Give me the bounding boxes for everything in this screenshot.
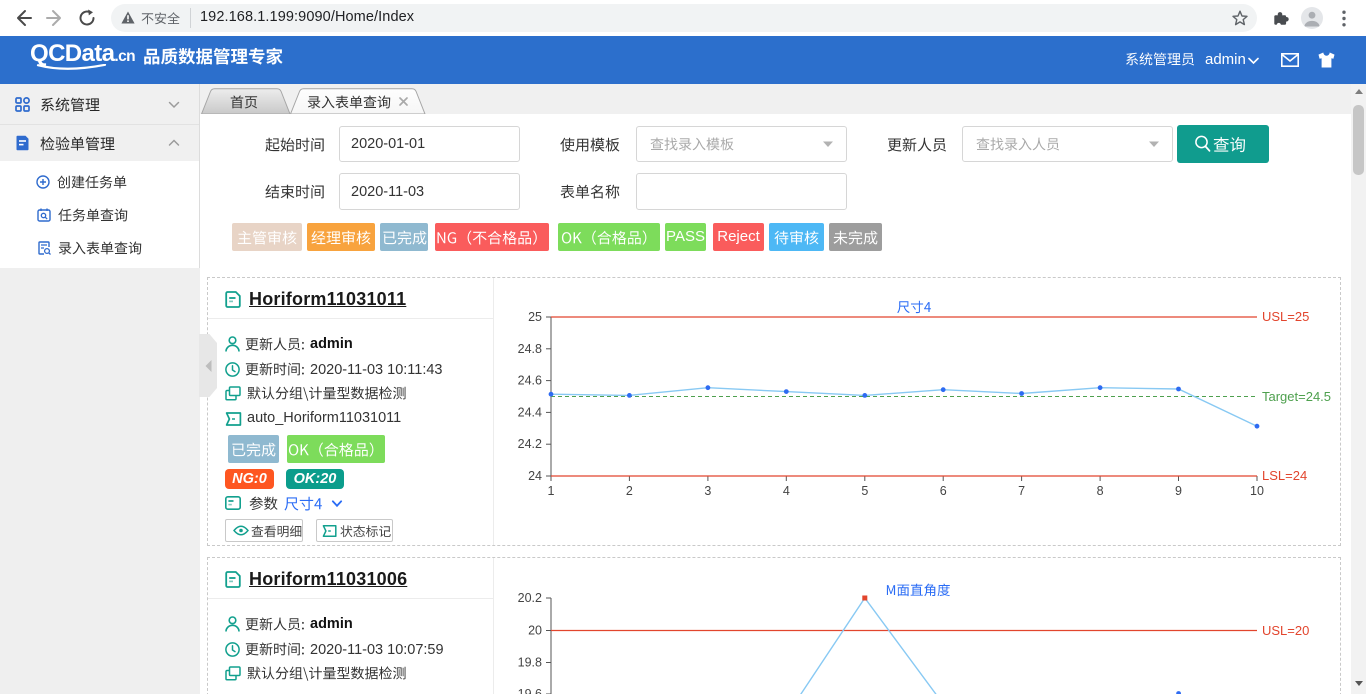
svg-text:24.8: 24.8 (518, 342, 542, 356)
svg-text:24.4: 24.4 (518, 405, 542, 419)
svg-text:19.6: 19.6 (518, 687, 542, 694)
svg-text:20: 20 (528, 624, 542, 638)
svg-text:3: 3 (704, 484, 711, 498)
svg-text:24.2: 24.2 (518, 437, 542, 451)
svg-text:25: 25 (528, 310, 542, 324)
svg-text:9: 9 (1175, 484, 1182, 498)
svg-text:7: 7 (1018, 484, 1025, 498)
svg-text:24: 24 (528, 469, 542, 483)
svg-text:5: 5 (861, 484, 868, 498)
svg-text:20.2: 20.2 (518, 591, 542, 605)
svg-text:USL=25: USL=25 (1262, 309, 1309, 324)
svg-text:USL=20: USL=20 (1262, 623, 1309, 638)
svg-text:LSL=24: LSL=24 (1262, 468, 1307, 483)
svg-text:24.6: 24.6 (518, 374, 542, 388)
svg-text:8: 8 (1097, 484, 1104, 498)
svg-text:Target=24.5: Target=24.5 (1262, 389, 1331, 404)
svg-text:6: 6 (940, 484, 947, 498)
svg-text:2: 2 (626, 484, 633, 498)
svg-text:4: 4 (783, 484, 790, 498)
svg-text:1: 1 (548, 484, 555, 498)
svg-text:19.8: 19.8 (518, 656, 542, 670)
svg-text:10: 10 (1250, 484, 1264, 498)
